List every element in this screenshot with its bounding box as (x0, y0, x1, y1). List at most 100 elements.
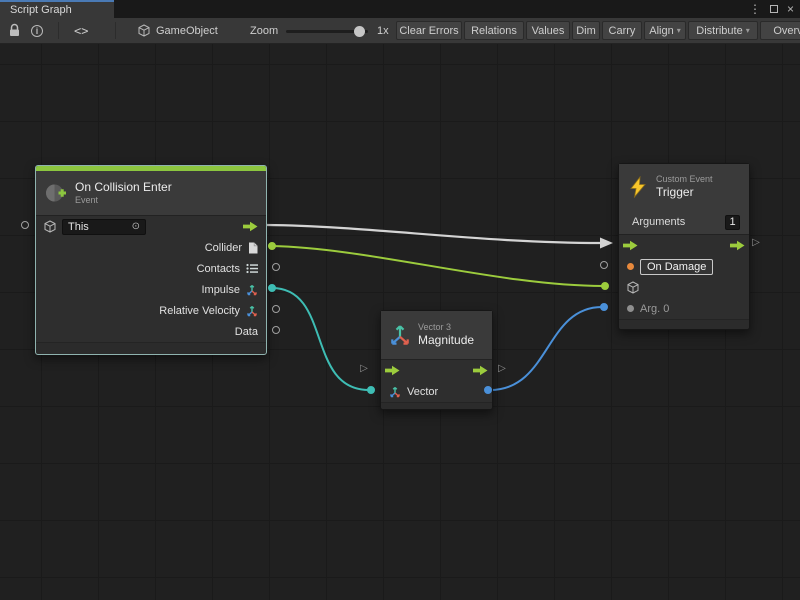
graph-canvas[interactable]: On Collision Enter Event This ⊙ Collider (0, 44, 800, 600)
maximize-icon[interactable] (770, 5, 778, 13)
object-port-dot[interactable] (627, 305, 634, 312)
wire-collider (272, 246, 603, 286)
more-options-icon[interactable]: ⋮ (749, 3, 761, 15)
port-event-target-input[interactable] (601, 282, 609, 290)
flow-row (381, 360, 492, 381)
flow-input-arrow-icon[interactable] (623, 240, 638, 251)
clear-errors-button[interactable]: Clear Errors (396, 21, 462, 40)
flow-output-arrow-icon[interactable] (473, 365, 488, 376)
info-icon: i (31, 25, 43, 37)
vector3-icon-large (389, 324, 411, 346)
target-object-value: This (68, 221, 127, 233)
zoom-slider-handle[interactable] (354, 26, 365, 37)
dim-label: Dim (576, 25, 596, 37)
node-vector3-magnitude[interactable]: Vector 3 Magnitude (380, 310, 493, 410)
cube-icon (627, 281, 639, 294)
port-row-impulse[interactable]: Impulse (36, 279, 266, 300)
target-object-field[interactable]: This ⊙ (62, 219, 146, 235)
node-body: On Damage Arg. 0 (619, 235, 749, 319)
port-row-collider[interactable]: Collider (36, 237, 266, 258)
gameobject-button[interactable]: GameObject (138, 18, 218, 43)
title-bar: Script Graph ⋮ × (0, 0, 800, 18)
code-icon: <> (74, 24, 88, 38)
node-category: Vector 3 (418, 322, 474, 333)
port-row-target[interactable] (619, 277, 749, 298)
flow-output-arrow-icon[interactable] (730, 240, 745, 251)
relations-button[interactable]: Relations (464, 21, 524, 40)
wire-magnitude-arg0 (490, 307, 602, 390)
port-row-event-name[interactable]: On Damage (619, 256, 749, 277)
node-header[interactable]: On Collision Enter Event (36, 171, 266, 216)
port-collision-target-input[interactable] (21, 221, 29, 229)
node-on-collision-enter[interactable]: On Collision Enter Event This ⊙ Collider (35, 165, 267, 355)
lock-button[interactable] (8, 18, 21, 43)
distribute-button[interactable]: Distribute ▾ (688, 21, 758, 40)
port-row-relative-velocity[interactable]: Relative Velocity (36, 300, 266, 321)
port-arg0-input[interactable] (600, 303, 608, 311)
event-name-input[interactable]: On Damage (640, 259, 713, 275)
tab-label: Script Graph (10, 4, 72, 16)
node-title: Trigger (656, 185, 713, 201)
collision-event-icon (44, 181, 68, 205)
node-title: On Collision Enter (75, 180, 172, 196)
port-vector-input[interactable] (367, 386, 375, 394)
carry-button[interactable]: Carry (602, 21, 642, 40)
vector3-icon (246, 284, 258, 296)
zoom-slider[interactable] (286, 30, 368, 33)
port-collider-output[interactable] (268, 242, 276, 250)
port-label-data: Data (235, 326, 258, 338)
close-icon[interactable]: × (787, 3, 794, 15)
target-row: This ⊙ (36, 216, 266, 237)
values-button[interactable]: Values (526, 21, 570, 40)
node-footer (381, 402, 492, 409)
vector3-icon (389, 386, 401, 398)
gameobject-label: GameObject (156, 25, 218, 37)
port-magnitude-output[interactable] (484, 386, 492, 394)
port-relative-velocity-output[interactable] (272, 305, 280, 313)
toolbar-separator (115, 22, 116, 39)
info-button[interactable]: i (31, 18, 43, 43)
flow-output-triangle-icon[interactable]: ▷ (752, 238, 760, 248)
overview-button[interactable]: Overv (760, 21, 800, 40)
node-header[interactable]: Custom Event Trigger Arguments 1 (619, 164, 749, 235)
node-body: Vector (381, 360, 492, 402)
object-picker-icon[interactable]: ⊙ (132, 222, 140, 232)
distribute-label: Distribute (696, 25, 742, 37)
wire-flow-arrowhead (600, 238, 613, 249)
port-event-name-input[interactable] (600, 261, 608, 269)
api-view-button[interactable]: <> (74, 18, 88, 43)
arguments-count-input[interactable]: 1 (725, 215, 740, 230)
port-row-vector[interactable]: Vector (381, 381, 492, 402)
overview-label: Overv (773, 25, 800, 37)
node-subtitle: Event (75, 195, 172, 206)
document-icon (248, 242, 258, 254)
tab-script-graph[interactable]: Script Graph (0, 0, 114, 18)
node-category: Custom Event (656, 174, 713, 185)
flow-output-triangle-icon[interactable]: ▷ (498, 364, 506, 374)
align-button[interactable]: Align ▾ (644, 21, 686, 40)
list-icon (246, 263, 258, 274)
port-impulse-output[interactable] (268, 284, 276, 292)
chevron-down-icon: ▾ (746, 26, 750, 35)
relations-label: Relations (471, 25, 517, 37)
vector3-icon (246, 305, 258, 317)
port-label-relative-velocity: Relative Velocity (159, 305, 240, 317)
port-label-impulse: Impulse (201, 284, 240, 296)
port-data-output[interactable] (272, 326, 280, 334)
gameobject-cube-icon (138, 24, 150, 37)
wire-impulse-vector (272, 288, 369, 390)
port-row-arg0[interactable]: Arg. 0 (619, 298, 749, 319)
flow-input-triangle-icon[interactable]: ▷ (360, 364, 368, 374)
port-contacts-output[interactable] (272, 263, 280, 271)
flow-output-arrow-icon[interactable] (243, 221, 258, 232)
dim-button[interactable]: Dim (572, 21, 600, 40)
flow-input-arrow-icon[interactable] (385, 365, 400, 376)
wire-flow (267, 225, 601, 243)
node-trigger-custom-event[interactable]: Custom Event Trigger Arguments 1 (618, 163, 750, 330)
node-title: Magnitude (418, 333, 474, 349)
port-row-contacts[interactable]: Contacts (36, 258, 266, 279)
node-header[interactable]: Vector 3 Magnitude (381, 311, 492, 360)
zoom-value: 1x (377, 18, 389, 43)
string-port-dot[interactable] (627, 263, 634, 270)
port-row-data[interactable]: Data (36, 321, 266, 342)
